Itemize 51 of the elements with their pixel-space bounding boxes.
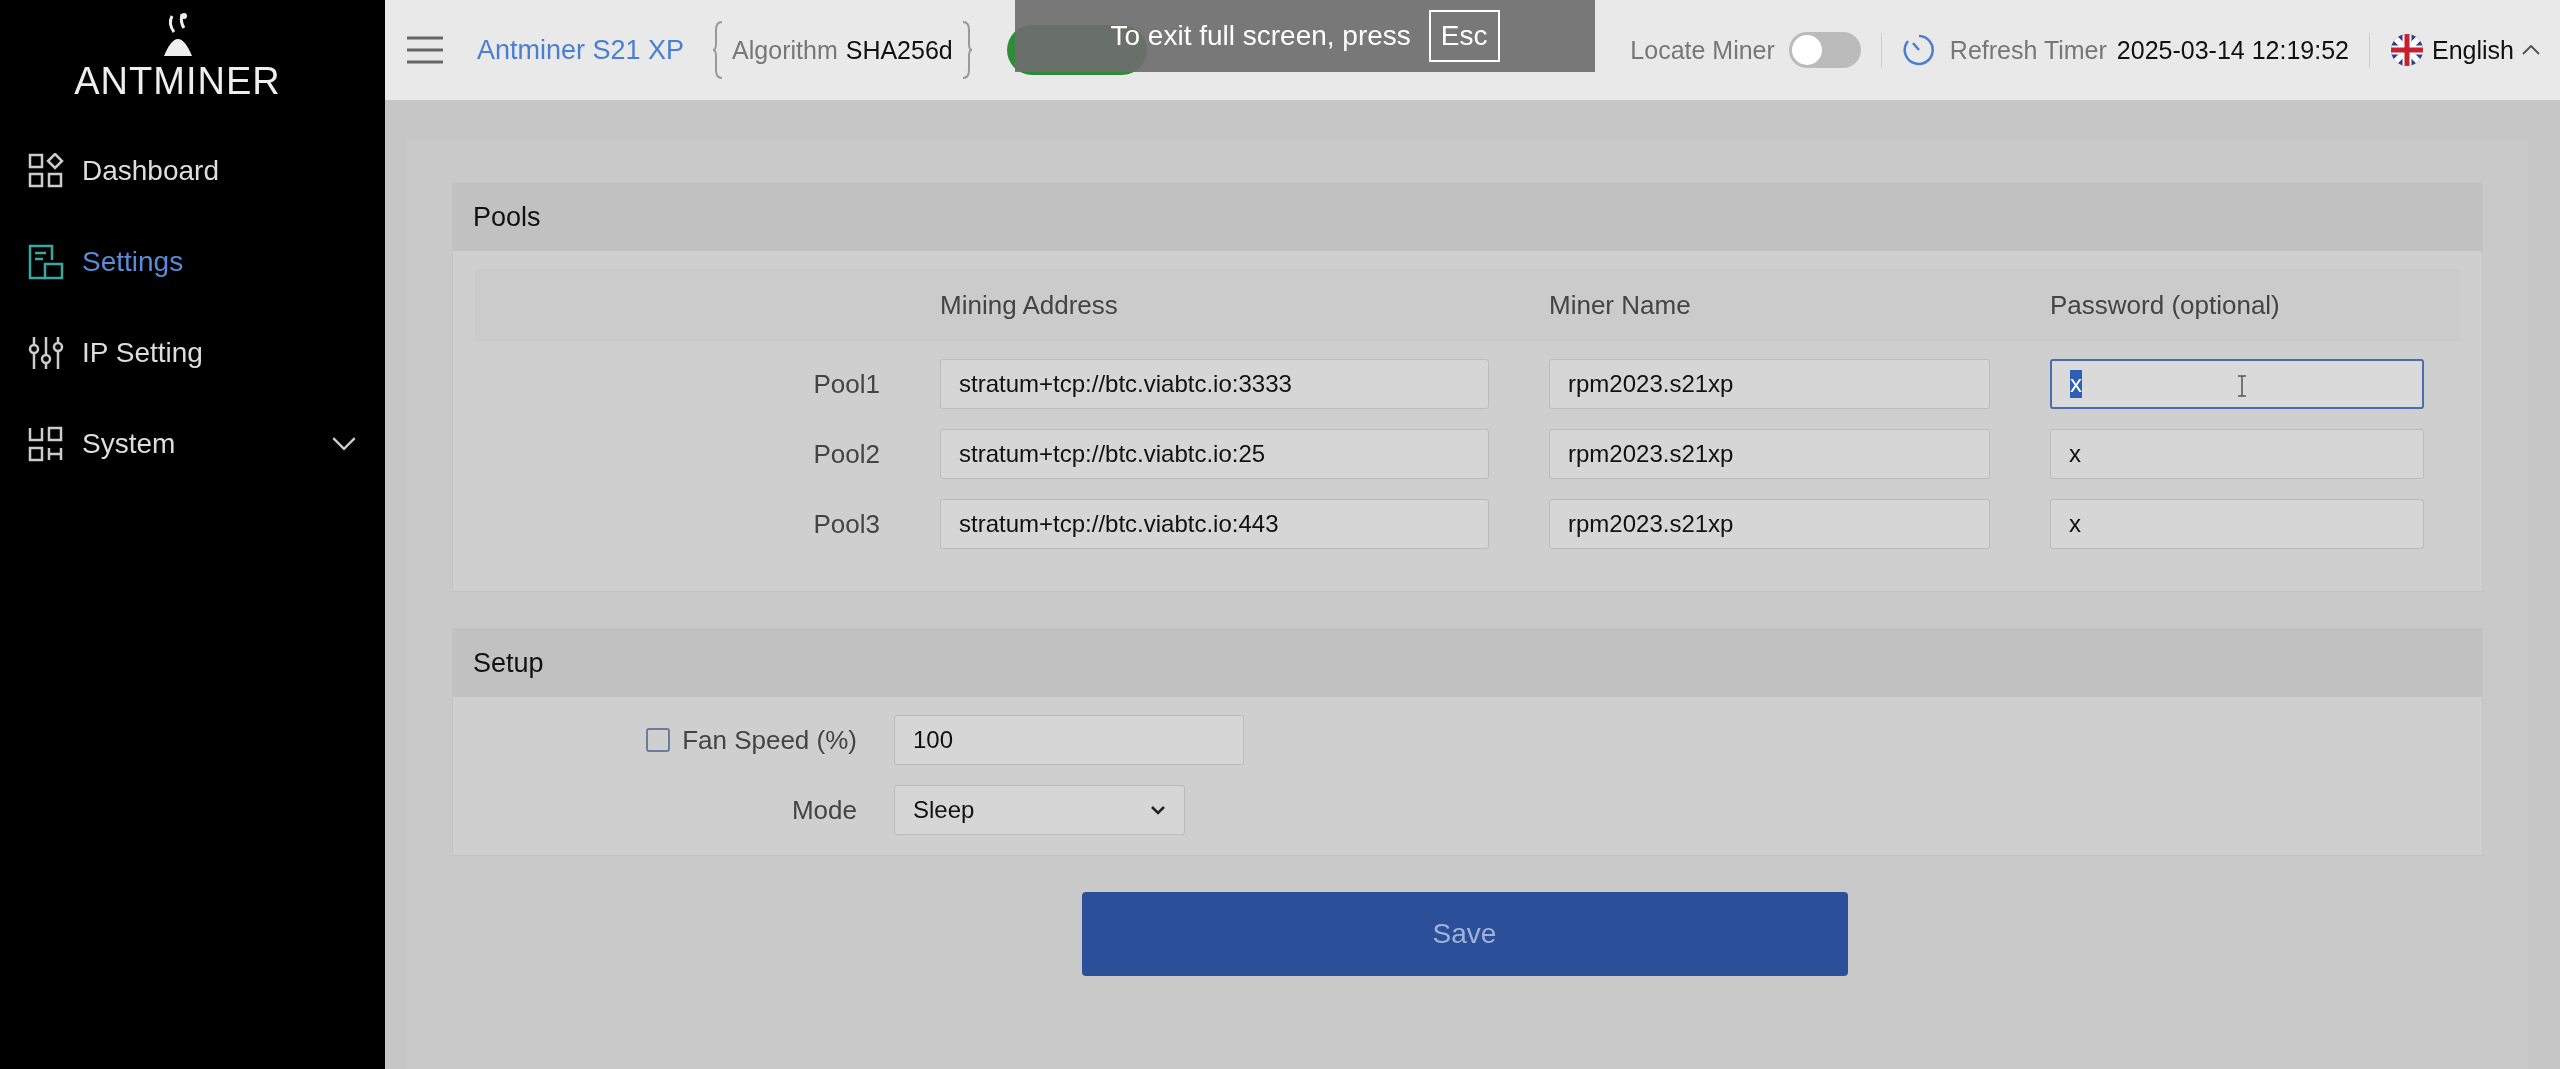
- section-title: Setup: [473, 647, 544, 679]
- sidebar-item[interactable]: Dashboard: [0, 125, 385, 216]
- chevron-icon: [331, 436, 357, 451]
- fan-speed-label: Fan Speed (%): [682, 724, 857, 756]
- input-field[interactable]: 100: [894, 715, 1244, 765]
- caret-icon: [2522, 45, 2540, 55]
- menu-icon[interactable]: [407, 35, 443, 65]
- sliders-icon: [28, 334, 64, 371]
- sidebar-item[interactable]: Settings: [0, 216, 385, 307]
- mode-dropdown[interactable]: Sleep: [894, 785, 1185, 835]
- caret-icon: [1150, 805, 1166, 815]
- algorithm-label: Algorithm: [732, 35, 838, 65]
- input-field[interactable]: x: [2050, 499, 2424, 549]
- right-brace-icon: [960, 20, 973, 80]
- locate-miner-label: Locate Miner: [1630, 35, 1775, 65]
- network-icon: [28, 425, 64, 462]
- brand-logo-text: ANTMINER: [74, 60, 281, 103]
- sidebar-item[interactable]: IP Setting: [0, 307, 385, 398]
- input-field[interactable]: stratum+tcp://btc.viabtc.io:25: [940, 429, 1489, 479]
- grid-icon: [28, 152, 64, 189]
- device-title: Antminer S21 XP: [477, 34, 685, 66]
- locate-toggle[interactable]: [1788, 32, 1861, 68]
- input-field[interactable]: stratum+tcp://btc.viabtc.io:3333: [940, 359, 1489, 409]
- input-field[interactable]: x: [2050, 359, 2424, 409]
- document-icon: [28, 243, 64, 280]
- timer-icon: [1901, 33, 1936, 67]
- input-field[interactable]: rpm2023.s21xp: [1549, 429, 1990, 479]
- notice-text: To exit full screen, press: [1110, 20, 1411, 52]
- pool-label: Pool1: [812, 368, 880, 400]
- column-header: Mining Address: [940, 289, 1119, 321]
- input-field[interactable]: stratum+tcp://btc.viabtc.io:443: [940, 499, 1489, 549]
- save-button[interactable]: Save: [1081, 892, 1848, 976]
- input-field[interactable]: rpm2023.s21xp: [1549, 359, 1990, 409]
- section-title: Pools: [473, 201, 541, 233]
- checkbox[interactable]: [646, 728, 671, 752]
- text-cursor-icon: [2237, 375, 2247, 397]
- timestamp: 2025-03-14 12:19:52: [2116, 35, 2349, 65]
- sidebar-item[interactable]: System: [0, 398, 385, 489]
- input-field[interactable]: x: [2050, 429, 2424, 479]
- key-hint: Esc: [1428, 10, 1500, 62]
- left-brace-icon: [712, 20, 725, 80]
- pool-label: Pool2: [812, 438, 880, 470]
- input-field[interactable]: rpm2023.s21xp: [1549, 499, 1990, 549]
- mode-label: Mode: [791, 794, 857, 826]
- column-header: Password (optional): [2050, 289, 2281, 321]
- flag-icon: [2390, 33, 2424, 67]
- refresh-timer-label: Refresh Timer: [1949, 35, 2107, 65]
- algorithm-value: SHA256d: [845, 35, 953, 65]
- column-header: Miner Name: [1549, 289, 1692, 321]
- language-selector[interactable]: English: [2390, 33, 2540, 67]
- pool-label: Pool3: [812, 508, 880, 540]
